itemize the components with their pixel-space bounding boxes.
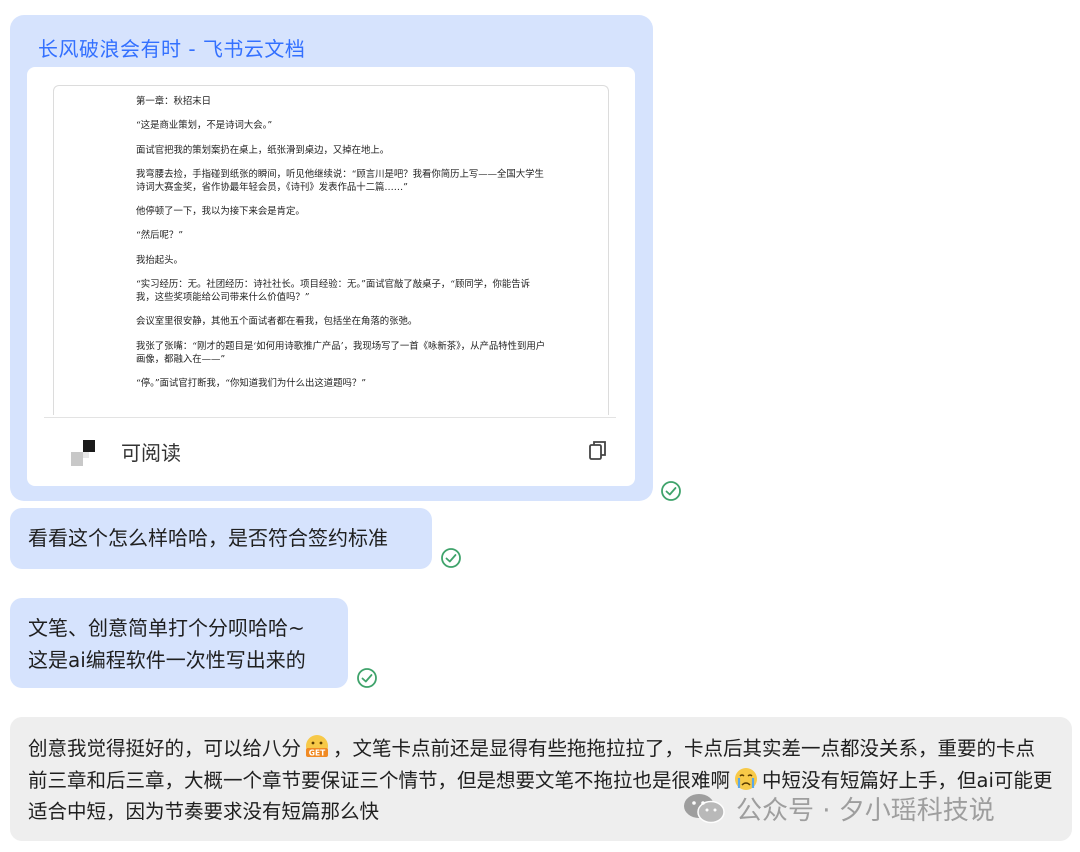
get-emoji: GET — [306, 735, 329, 758]
svg-text:GET: GET — [309, 749, 326, 758]
doc-line: “停。”面试官打断我，“你知道我们为什么出这道题吗？” — [136, 377, 367, 389]
watermark: 公众号 · 夕小瑶科技说 — [682, 790, 995, 827]
doc-line: 我弯腰去捡，手指碰到纸张的瞬间，听见他继续说：“顾言川是吧？我看你简历上写——全… — [136, 168, 544, 193]
read-check-icon — [357, 668, 377, 688]
watermark-text: 公众号 · 夕小瑶科技说 — [736, 796, 995, 826]
doc-preview-text: 第一章：秋招末日 “这是商业策划，不是诗词大会。” 面试官把我的策划案扔在桌上，… — [136, 95, 546, 401]
doc-line: 我张了张嘴：“刚才的题目是‘如何用诗歌推广产品’，我现场写了一首《咏新茶》，从产… — [136, 340, 546, 365]
doc-line: 会议室里很安静，其他五个面试者都在看我，包括坐在角落的张弛。 — [136, 316, 418, 328]
message-text: 看看这个怎么样哈哈，是否符合签约标准 — [28, 526, 388, 550]
doc-card-message[interactable]: 长风破浪会有时 - 飞书云文档 第一章：秋招末日 “这是商业策划，不是诗词大会。… — [10, 15, 653, 501]
doc-card-title[interactable]: 长风破浪会有时 - 飞书云文档 — [38, 33, 305, 62]
doc-preview[interactable]: 第一章：秋招末日 “这是商业策划，不是诗词大会。” 面试官把我的策划案扔在桌上，… — [53, 85, 609, 415]
chat-message[interactable]: 文笔、创意简单打个分呗哈哈~ 这是ai编程软件一次性写出来的 — [10, 598, 348, 688]
crying-emoji — [735, 767, 758, 790]
message-text: 这是ai编程软件一次性写出来的 — [28, 648, 306, 672]
doc-line: 面试官把我的策划案扔在桌上，纸张滑到桌边，又掉在地上。 — [136, 144, 390, 156]
doc-line: 我抬起头。 — [136, 254, 183, 266]
message-text: 文笔、创意简单打个分呗哈哈~ — [28, 616, 305, 640]
chat-message[interactable]: 看看这个怎么样哈哈，是否符合签约标准 — [10, 508, 432, 569]
doc-card-body[interactable]: 第一章：秋招末日 “这是商业策划，不是诗词大会。” 面试官把我的策划案扔在桌上，… — [27, 67, 635, 486]
doc-line: 第一章：秋招末日 — [136, 96, 212, 107]
doc-line: “然后呢？” — [136, 230, 184, 242]
doc-icon — [69, 440, 97, 468]
doc-line: 他停顿了一下，我以为接下来会是肯定。 — [136, 206, 305, 218]
doc-line: “实习经历：无。社团经历：诗社社长。项目经验：无。”面试官敲了敲桌子，“顾同学，… — [136, 279, 531, 304]
doc-line: “这是商业策划，不是诗词大会。” — [136, 120, 273, 132]
reply-text: 创意我觉得挺好的，可以给八分 — [28, 737, 302, 760]
read-permission-label: 可阅读 — [121, 441, 181, 465]
card-divider — [44, 417, 616, 418]
wechat-icon — [684, 793, 725, 823]
read-check-icon — [441, 548, 461, 568]
copy-icon[interactable] — [587, 439, 609, 461]
read-check-icon — [661, 481, 681, 501]
